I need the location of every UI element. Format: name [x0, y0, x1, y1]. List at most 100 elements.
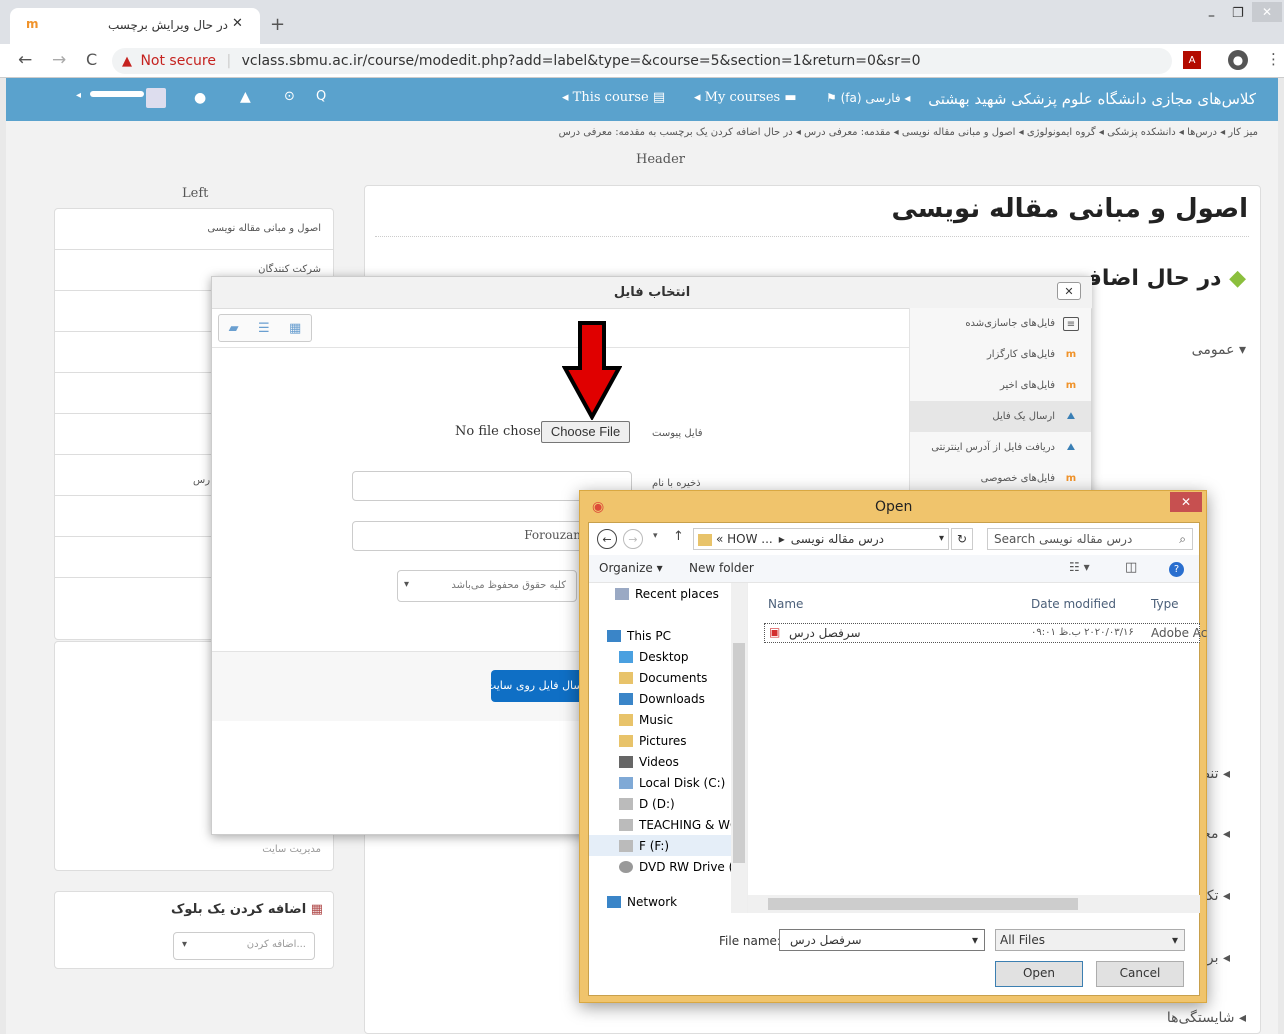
forward-icon[interactable]: → [623, 529, 643, 549]
repo-recent-files[interactable]: فایل‌های اخیر m [910, 370, 1091, 401]
column-name[interactable]: Name [768, 597, 803, 611]
section-competencies[interactable]: ◂ شایستگی‌ها [1167, 1010, 1246, 1026]
open-button[interactable]: Open [995, 961, 1083, 987]
tree-label: This PC [627, 628, 671, 643]
section-general[interactable]: ▾ عمومی [1192, 342, 1246, 358]
tree-teaching[interactable]: TEACHING & WC [589, 814, 747, 835]
forward-icon[interactable]: → [52, 50, 66, 70]
tree-drive-d[interactable]: D (D:) [589, 793, 747, 814]
attachment-label: فایل پیوست [652, 428, 703, 439]
preview-pane-icon[interactable]: ◫ [1125, 560, 1137, 575]
file-name-input[interactable]: سرفصل درس ▾ [779, 929, 985, 951]
up-icon[interactable]: ↑ [673, 529, 684, 544]
tree-scrollbar[interactable] [731, 583, 747, 913]
user-menu-chevron-icon[interactable]: ◂ [76, 90, 81, 101]
select-caret-icon: ▾ [404, 579, 410, 590]
embedded-file-icon: ≡ [1063, 316, 1079, 331]
icon-view-icon[interactable]: ▦ [289, 321, 301, 336]
no-file-chosen: No file chosen [455, 424, 550, 439]
upload-file-button[interactable]: ارسال فایل روی سایت [491, 670, 591, 702]
new-folder-button[interactable]: New folder [689, 561, 754, 575]
breadcrumb[interactable]: میز کار ◂ درس‌ها ◂ دانشکده پزشکی ◂ گروه … [559, 127, 1258, 138]
reload-icon[interactable]: C [86, 50, 97, 69]
tree-documents[interactable]: Documents [589, 667, 747, 688]
license-select[interactable]: کلیه حقوق محفوظ می‌باشد ▾ [397, 570, 577, 602]
tree-drive-f[interactable]: F (F:) [589, 835, 747, 856]
site-admin-item[interactable]: مدیریت سایت [55, 832, 333, 871]
tree-local-disk[interactable]: Local Disk (C:) [589, 772, 747, 793]
file-picker-title: انتخاب فایل [212, 277, 1092, 309]
add-block-select-value: اضافه کردن... [246, 939, 306, 950]
tree-label: Music [639, 712, 674, 727]
tree-scroll-thumb[interactable] [733, 643, 745, 863]
repo-server-files[interactable]: فایل‌های کارگزار m [910, 339, 1091, 370]
profile-icon[interactable]: ● [1228, 50, 1248, 70]
recent-locations-icon[interactable]: ▾ [653, 531, 658, 541]
open-dialog-close-icon[interactable]: ✕ [1170, 492, 1202, 512]
pictures-icon [619, 734, 633, 747]
drive-icon [619, 839, 633, 852]
site-name[interactable]: کلاس‌های مجازی دانشگاه علوم پزشکی شهید ب… [928, 90, 1256, 108]
tree-recent-places[interactable]: Recent places [589, 583, 747, 604]
tree-dvd[interactable]: DVD RW Drive (H [589, 856, 747, 877]
nav-block-item-1[interactable]: اصول و مبانی مقاله نویسی [55, 209, 333, 250]
tree-videos[interactable]: Videos [589, 751, 747, 772]
tree-this-pc[interactable]: This PC [589, 625, 747, 646]
refresh-icon[interactable]: ↻ [951, 528, 973, 550]
hscroll-thumb[interactable] [768, 898, 1078, 910]
back-icon[interactable]: ← [18, 50, 32, 70]
tree-network[interactable]: Network [589, 891, 747, 912]
choose-file-button[interactable]: Choose File [541, 421, 630, 443]
column-date[interactable]: Date modified [1031, 597, 1116, 611]
avatar[interactable] [146, 88, 166, 108]
column-type[interactable]: Type [1151, 597, 1179, 611]
messages-icon[interactable]: ● [194, 90, 206, 106]
tree-downloads[interactable]: Downloads [589, 688, 747, 709]
cancel-button[interactable]: Cancel [1096, 961, 1184, 987]
file-picker-close-icon[interactable]: ✕ [1057, 282, 1081, 300]
user-name-bar[interactable] [90, 91, 144, 97]
music-icon [619, 713, 633, 726]
window-close-icon[interactable]: ✕ [1252, 2, 1282, 22]
search-input[interactable]: Search درس مقاله نویسی ⌕ [987, 528, 1193, 550]
path-current: درس مقاله نویسی [790, 532, 885, 546]
settings-icon[interactable]: ⊙ [284, 89, 295, 104]
url-field[interactable]: ▲ Not secure | vclass.sbmu.ac.ir/course/… [112, 48, 1172, 74]
repo-url-download[interactable]: دریافت فایل از آدرس اینترنتی ⛰ [910, 432, 1091, 463]
path-prefix: « HOW ... [716, 532, 773, 546]
file-row[interactable]: ▣ سرفصل درس ۲۰۲۰/۰۳/۱۶ ب.ظ ۰۹:۰۱ Adobe A… [764, 623, 1207, 643]
acrobat-extension-icon[interactable]: A [1183, 51, 1201, 69]
tree-pictures[interactable]: Pictures [589, 730, 747, 751]
tab-close-icon[interactable]: ✕ [232, 16, 243, 31]
my-courses-menu[interactable]: ◂ My courses ▬ [694, 90, 797, 105]
author-input[interactable]: Forouzan [352, 521, 592, 551]
menu-icon[interactable]: ⋮ [1266, 50, 1281, 68]
path-breadcrumb[interactable]: « HOW ... ▸ درس مقاله نویسی ▾ [693, 528, 949, 550]
add-block-title-text: اضافه کردن یک بلوک [171, 902, 307, 917]
list-view-icon[interactable]: ☰ [258, 321, 270, 336]
file-type-filter[interactable]: All Files ▾ [995, 929, 1185, 951]
language-menu[interactable]: ◂ فارسی (fa) ⚑ [826, 91, 910, 105]
view-options-icon[interactable]: ☷ ▾ [1069, 560, 1090, 574]
tree-label: D (D:) [639, 796, 675, 811]
tree-label: Pictures [639, 733, 687, 748]
add-block-icon: ▦ [310, 902, 323, 917]
search-icon[interactable]: Q [316, 89, 326, 104]
back-icon[interactable]: ← [597, 529, 617, 549]
repo-upload-file[interactable]: ارسال یک فایل ⛰ [910, 401, 1091, 432]
file-list-hscrollbar[interactable] [748, 895, 1200, 913]
repo-embedded-files[interactable]: فایل‌های جاسازی‌شده ≡ [910, 308, 1091, 339]
organize-menu[interactable]: Organize ▾ [599, 561, 663, 575]
add-block-select[interactable]: ▾ اضافه کردن... [173, 932, 315, 960]
maximize-icon[interactable]: ❐ [1232, 6, 1244, 21]
folder-view-icon[interactable]: ▰ [229, 321, 239, 336]
tree-desktop[interactable]: Desktop [589, 646, 747, 667]
warning-icon: ▲ [122, 54, 132, 69]
this-course-menu[interactable]: ◂ This course ▤ [562, 90, 665, 105]
minimize-icon[interactable]: – [1208, 8, 1215, 24]
browser-tab[interactable]: m در حال ویرایش برچسب ✕ [10, 8, 260, 44]
tree-music[interactable]: Music [589, 709, 747, 730]
new-tab-icon[interactable]: + [270, 14, 285, 35]
help-icon[interactable]: ? [1169, 562, 1184, 577]
notifications-bell-icon[interactable]: ▲ [240, 89, 251, 105]
